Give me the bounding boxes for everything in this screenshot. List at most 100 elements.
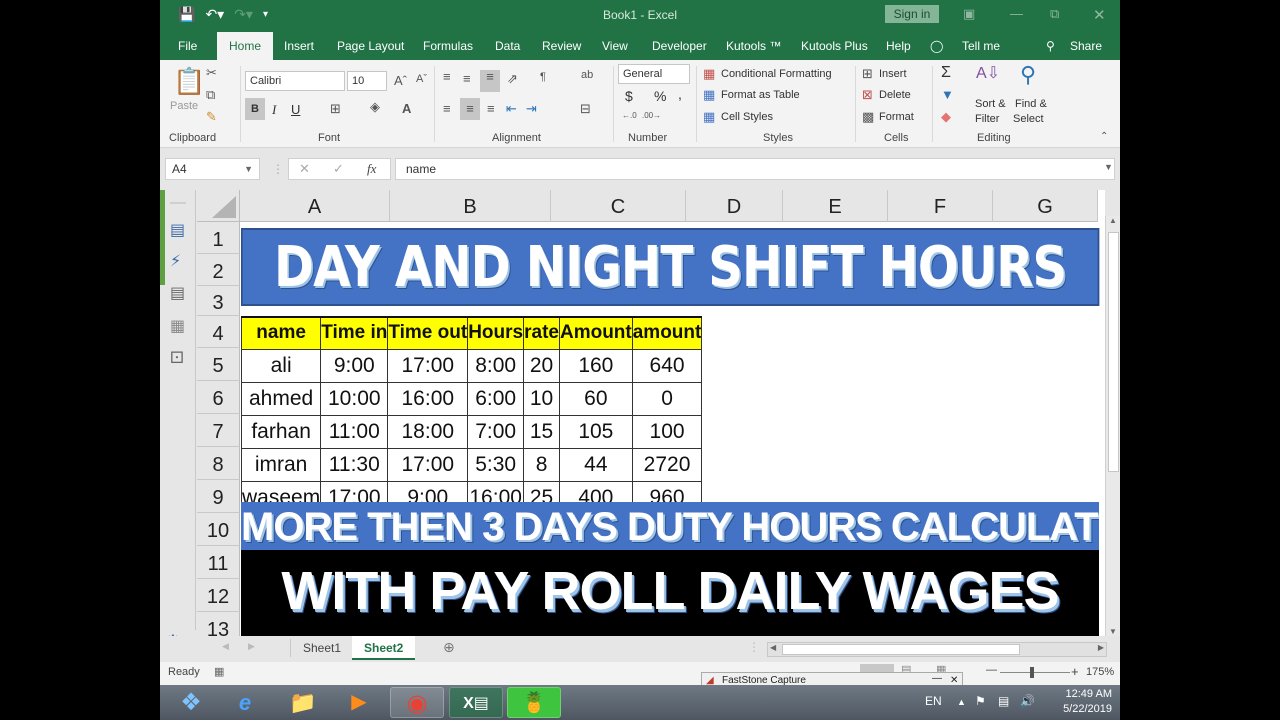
header-cell[interactable]: rate — [523, 316, 560, 350]
fill-icon[interactable]: ▼ — [941, 88, 954, 101]
next-sheet-icon[interactable]: ▶ — [248, 641, 255, 652]
row-header[interactable]: 12 — [197, 579, 240, 612]
tab-file[interactable]: File — [170, 32, 205, 60]
underline-button[interactable]: U — [291, 102, 300, 117]
action-center-flag-icon[interactable]: ⚑ — [975, 694, 986, 708]
zoom-in-icon[interactable]: + — [1071, 664, 1079, 679]
data-cell[interactable]: ali — [240, 348, 322, 383]
bold-button[interactable]: B — [245, 98, 265, 120]
data-cell[interactable]: 640 — [631, 348, 703, 383]
font-color-icon[interactable]: A — [402, 102, 411, 115]
data-cell[interactable]: 17:00 — [387, 348, 469, 383]
new-sheet-icon[interactable]: ⊕ — [443, 639, 455, 656]
header-cell[interactable]: name — [240, 316, 322, 350]
font-name-select[interactable]: Calibri — [245, 71, 345, 91]
file-explorer-icon[interactable]: 📁 — [276, 687, 330, 718]
data-cell[interactable]: farhan — [240, 414, 322, 449]
horizontal-scroll-thumb[interactable] — [782, 644, 1020, 655]
media-player-icon[interactable]: ▶ — [332, 687, 386, 718]
data-cell[interactable]: 11:00 — [320, 414, 389, 449]
row-header[interactable]: 8 — [197, 447, 240, 480]
sort-filter-icon[interactable]: A⇩ — [976, 66, 1000, 82]
select-all-button[interactable] — [197, 190, 240, 222]
paste-icon[interactable]: 📋 — [173, 68, 205, 94]
align-right-icon[interactable]: ≡ — [487, 102, 495, 115]
copy-icon[interactable]: ⧉ — [206, 88, 215, 101]
formula-input[interactable]: name — [395, 158, 1115, 180]
vertical-scrollbar[interactable]: ▲ ▼ — [1105, 216, 1120, 638]
conditional-formatting-icon[interactable]: ▦ — [703, 67, 715, 80]
format-as-table-icon[interactable]: ▦ — [703, 88, 715, 101]
share-button[interactable]: Share — [1062, 32, 1110, 60]
data-cell[interactable]: 60 — [558, 381, 633, 416]
tab-view[interactable]: View — [594, 32, 636, 60]
scroll-down-icon[interactable]: ▼ — [1109, 627, 1117, 636]
tab-formulas[interactable]: Formulas — [415, 32, 481, 60]
vertical-scroll-thumb[interactable] — [1108, 232, 1119, 472]
data-cell[interactable]: 17:00 — [387, 447, 469, 482]
chevron-down-icon[interactable]: ▼ — [244, 159, 253, 179]
cut-icon[interactable]: ✂ — [206, 66, 217, 79]
column-list-icon[interactable]: ▦ — [170, 316, 185, 336]
data-cell[interactable]: 2720 — [631, 447, 703, 482]
volume-icon[interactable]: 🔊 — [1020, 694, 1035, 708]
sort-filter-button[interactable]: Filter — [975, 113, 999, 125]
fill-color-icon[interactable]: ◈ — [370, 100, 380, 113]
number-format-select[interactable]: General — [618, 64, 690, 84]
name-box[interactable]: A4 ▼ — [165, 158, 260, 180]
data-cell[interactable]: 16:00 — [387, 381, 469, 416]
chrome-icon[interactable]: ◉ — [390, 687, 444, 718]
header-cell[interactable]: Time out — [387, 316, 469, 350]
scroll-left-icon[interactable]: ◀ — [770, 643, 776, 652]
scroll-up-icon[interactable]: ▲ — [1109, 216, 1117, 225]
percent-button[interactable]: % — [654, 88, 666, 104]
faststone-taskbar-icon[interactable]: 🍍 — [507, 687, 561, 718]
zoom-level[interactable]: 175% — [1086, 666, 1114, 678]
splitter-grip[interactable]: ⋮ — [748, 640, 760, 654]
workbook-sheet-icon[interactable]: ▤ — [170, 220, 185, 240]
prev-sheet-icon[interactable]: ◀ — [222, 641, 229, 652]
title-banner[interactable]: DAY AND NIGHT SHIFT HOURS — [241, 228, 1100, 306]
orientation-icon[interactable]: ⇗ — [507, 72, 518, 85]
insert-function-icon[interactable]: fx — [367, 161, 376, 177]
column-header[interactable]: D — [686, 190, 783, 222]
delete-cells-button[interactable]: Delete — [879, 89, 911, 101]
increase-decimal-icon[interactable]: ←.0 — [622, 112, 637, 120]
align-center-icon[interactable]: ≡ — [460, 98, 480, 120]
column-header[interactable]: B — [390, 190, 551, 222]
sheet-tab-sheet1[interactable]: Sheet1 — [291, 636, 353, 660]
decrease-decimal-icon[interactable]: .00→ — [642, 112, 661, 120]
row-header[interactable]: 1 — [197, 222, 240, 254]
format-cells-button[interactable]: Format — [879, 111, 914, 123]
data-cell[interactable]: 10 — [523, 381, 560, 416]
insert-cells-icon[interactable]: ⊞ — [862, 67, 873, 80]
row-header[interactable]: 5 — [197, 348, 240, 381]
system-clock[interactable]: 12:49 AM 5/22/2019 — [1063, 687, 1112, 717]
pane-toggle-handle[interactable] — [160, 190, 165, 285]
wrap-text-icon[interactable]: ab — [581, 70, 593, 81]
data-cell[interactable]: imran — [240, 447, 322, 482]
data-cell[interactable]: 0 — [631, 381, 703, 416]
cell-styles-icon[interactable]: ▦ — [703, 110, 715, 123]
name-manager-icon[interactable]: ▤ — [170, 283, 185, 303]
tab-page-layout[interactable]: Page Layout — [329, 32, 412, 60]
decrease-font-icon[interactable]: Aˇ — [416, 74, 427, 85]
horizontal-scrollbar[interactable]: ◀ ▶ — [767, 642, 1107, 657]
column-header[interactable]: F — [888, 190, 993, 222]
row-header[interactable]: 2 — [197, 254, 240, 286]
sheet-tab-sheet2[interactable]: Sheet2 — [352, 636, 416, 660]
enter-icon[interactable]: ✓ — [333, 161, 344, 177]
format-as-table-button[interactable]: Format as Table — [721, 89, 800, 101]
collapse-ribbon-icon[interactable]: ⌃ — [1100, 132, 1108, 142]
find-replace-icon[interactable]: ⚀ — [170, 348, 184, 368]
pane-grip-icon[interactable]: — — [170, 194, 186, 212]
row-header[interactable]: 11 — [197, 546, 240, 579]
autosum-icon[interactable]: Σ — [941, 65, 951, 81]
delete-cells-icon[interactable]: ⊠ — [862, 88, 873, 101]
excel-taskbar-icon[interactable]: X▤ — [449, 687, 503, 718]
row-header[interactable]: 6 — [197, 381, 240, 414]
borders-icon[interactable]: ⊞ — [330, 102, 341, 115]
data-cell[interactable]: 8 — [523, 447, 560, 482]
minimize-icon[interactable]: — — [1010, 6, 1023, 21]
show-hidden-icons[interactable]: ▲ — [957, 697, 966, 707]
